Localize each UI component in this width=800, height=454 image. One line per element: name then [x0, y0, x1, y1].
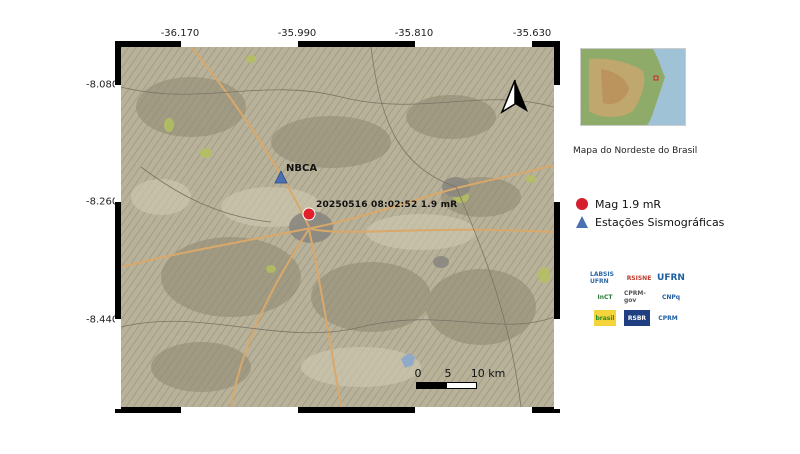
lon-tick-label: -35.810 [394, 28, 434, 39]
logo-inct: InCT [597, 293, 613, 301]
legend-item-station: Estações Sismográficas [575, 215, 724, 229]
terrain-map [121, 47, 554, 407]
inset-terrain [581, 49, 685, 125]
map-view[interactable] [121, 47, 554, 407]
logo-ufrn: UFRN [657, 273, 685, 283]
scale-label: 5 [444, 367, 452, 380]
lon-tick-label: -35.630 [512, 28, 552, 39]
logo-rsisne: RSISNE [626, 274, 652, 282]
scale-bar [416, 382, 477, 389]
legend-triangle-icon [576, 216, 588, 228]
logo-cprm-gov: CPRM-gov [624, 290, 646, 304]
scale-label: 0 [414, 367, 422, 380]
north-arrow-icon [500, 79, 528, 114]
lon-tick-label: -36.170 [160, 28, 200, 39]
logo-brasil: brasil [594, 310, 616, 326]
event-epicenter-icon[interactable] [302, 207, 316, 221]
logo-labsis: LABSIS UFRN [590, 271, 614, 285]
scale-label: 10 km [470, 367, 506, 380]
station-label: NBCA [286, 163, 318, 174]
legend-item-event: Mag 1.9 mR [575, 197, 661, 211]
lat-tick-label: -8.440 [86, 314, 119, 326]
institution-logos: LABSIS UFRN RSISNE UFRN InCT CPRM-gov CN… [590, 270, 700, 330]
logo-rsbr: RSBR [624, 310, 650, 326]
logo-cprm: CPRM [658, 314, 678, 322]
lon-tick-label: -35.990 [277, 28, 317, 39]
lat-tick-label: -8.260 [86, 196, 119, 208]
legend-label: Mag 1.9 mR [595, 197, 662, 211]
legend-label: Estações Sismográficas [595, 215, 725, 229]
lat-tick-label: -8.080 [86, 79, 119, 91]
inset-caption: Mapa do Nordeste do Brasil [573, 146, 698, 156]
legend-circle-icon [576, 198, 588, 210]
inset-map [580, 48, 686, 126]
logo-cnpq: CNPq [661, 293, 681, 301]
event-label: 20250516 08:02:52 1.9 mR [316, 200, 458, 210]
